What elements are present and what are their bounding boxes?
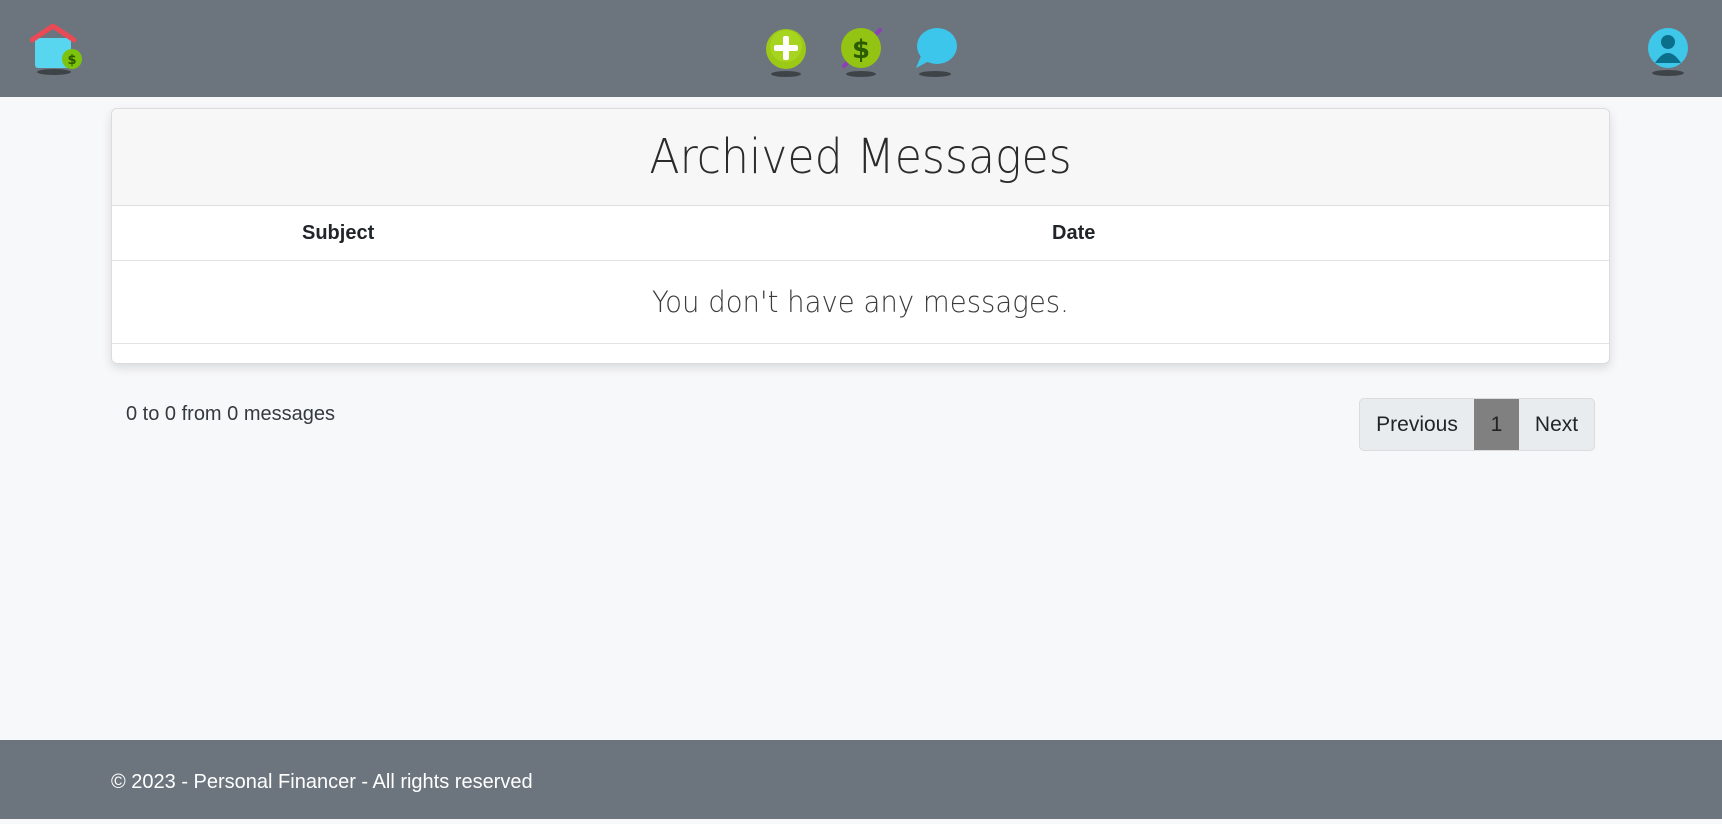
footer: © 2023 - Personal Financer - All rights …: [0, 740, 1722, 819]
user-icon[interactable]: [1646, 27, 1690, 77]
message-count-summary: 0 to 0 from 0 messages: [126, 403, 335, 425]
svg-text:$: $: [852, 35, 870, 65]
next-page-button[interactable]: Next: [1519, 399, 1594, 450]
home-finance-icon[interactable]: $: [30, 24, 84, 76]
add-icon[interactable]: [764, 28, 808, 78]
column-header-subject[interactable]: Subject: [302, 206, 374, 261]
page-title: Archived Messages: [649, 129, 1072, 185]
page-number-button[interactable]: 1: [1474, 399, 1519, 450]
archived-messages-card: Archived Messages Subject Date You don't…: [111, 108, 1610, 364]
previous-page-button[interactable]: Previous: [1360, 399, 1474, 450]
empty-message: You don't have any messages.: [652, 285, 1069, 319]
top-navbar: $ $: [0, 0, 1722, 97]
footer-copyright: © 2023 - Personal Financer - All rights …: [111, 771, 533, 793]
money-exchange-icon[interactable]: $: [838, 26, 888, 78]
card-header: Archived Messages: [112, 109, 1609, 206]
column-header-date[interactable]: Date: [1052, 206, 1095, 261]
chat-icon[interactable]: [913, 26, 959, 78]
table-header-row: Subject Date: [112, 206, 1609, 261]
empty-table-row: You don't have any messages.: [112, 261, 1609, 344]
svg-text:$: $: [67, 53, 76, 68]
pagination: Previous 1 Next: [1359, 398, 1595, 451]
